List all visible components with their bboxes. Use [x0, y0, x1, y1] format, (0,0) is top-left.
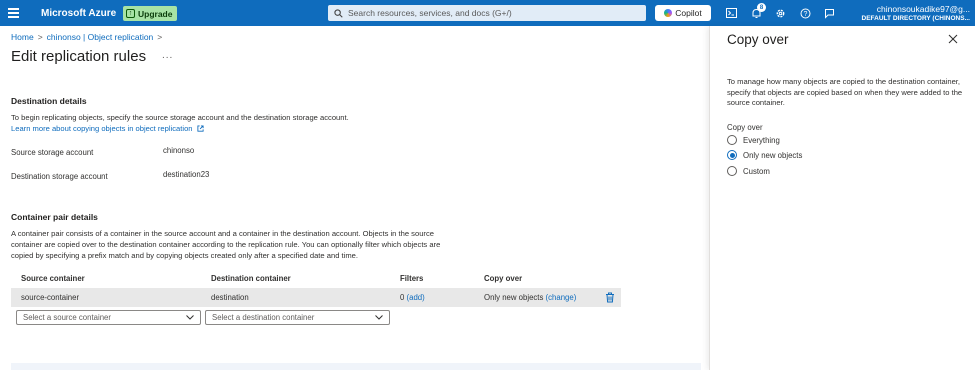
chevron-down-icon [375, 315, 383, 320]
breadcrumb: Home > chinonso | Object replication > [11, 32, 162, 42]
radio-circle-selected[interactable] [727, 150, 737, 160]
radio-circle[interactable] [727, 135, 737, 145]
copilot-button[interactable]: Copilot [655, 5, 711, 21]
container-pair-description-line: A container pair consists of a container… [11, 229, 434, 238]
add-filter-link[interactable]: (add) [407, 293, 425, 302]
destination-details-description: To begin replicating objects, specify th… [11, 113, 349, 122]
destination-select-placeholder: Select a destination container [212, 313, 315, 322]
panel-title: Copy over [727, 32, 789, 47]
footer-strip [11, 363, 701, 370]
destination-details-heading: Destination details [11, 96, 87, 106]
cloud-shell-icon[interactable] [724, 6, 738, 20]
search-input[interactable] [348, 8, 638, 18]
source-select-placeholder: Select a source container [23, 313, 111, 322]
top-bar: Microsoft Azure ↑ Upgrade Copilot 8 ? ch… [0, 0, 975, 26]
notification-badge: 8 [757, 3, 766, 12]
copilot-label: Copilot [675, 8, 702, 18]
brand-title[interactable]: Microsoft Azure [41, 8, 116, 19]
copy-over-group-label: Copy over [727, 123, 763, 132]
radio-label: Only new objects [743, 150, 803, 160]
breadcrumb-home[interactable]: Home [11, 32, 34, 42]
breadcrumb-object-replication[interactable]: chinonso | Object replication [47, 32, 154, 42]
row-source-container: source-container [21, 293, 80, 302]
column-header-destination: Destination container [211, 274, 291, 283]
delete-trash-icon[interactable] [605, 292, 615, 303]
upgrade-icon: ↑ [126, 9, 135, 18]
account-email: chinonsoukadike97@g... [876, 4, 970, 14]
learn-more-link[interactable]: Learn more about copying objects in obje… [11, 124, 193, 133]
panel-description: To manage how many objects are copied to… [727, 77, 963, 107]
external-link-icon [197, 124, 204, 132]
radio-label: Custom [743, 166, 770, 176]
row-filters: 0 (add) [400, 293, 425, 302]
radio-label: Everything [743, 135, 780, 145]
upgrade-button[interactable]: ↑ Upgrade [123, 6, 178, 21]
container-pair-description-line: container are copied over to the destina… [11, 240, 441, 249]
settings-gear-icon[interactable] [773, 6, 787, 20]
destination-account-value: destination23 [163, 170, 210, 179]
svg-text:?: ? [803, 11, 807, 18]
account-menu[interactable]: chinonsoukadike97@g... DEFAULT DIRECTORY… [851, 4, 975, 22]
menu-icon[interactable] [8, 8, 19, 18]
row-copy-over: Only new objects (change) [484, 293, 576, 302]
radio-circle[interactable] [727, 166, 737, 176]
container-pair-heading: Container pair details [11, 212, 98, 222]
page-title: Edit replication rules [11, 48, 147, 65]
copy-over-value: Only new objects [484, 293, 544, 302]
help-icon[interactable]: ? [798, 6, 812, 20]
learn-more-row: Learn more about copying objects in obje… [11, 123, 204, 135]
account-directory: DEFAULT DIRECTORY (CHINONS... [861, 15, 970, 22]
destination-account-label: Destination storage account [11, 172, 108, 181]
container-pair-description-line: copied by specifying a prefix match and … [11, 251, 358, 260]
copilot-icon [664, 9, 673, 17]
filters-count: 0 [400, 293, 405, 302]
source-account-label: Source storage account [11, 148, 94, 157]
close-icon[interactable] [948, 34, 958, 44]
breadcrumb-separator: > [37, 32, 43, 42]
chevron-down-icon [186, 315, 194, 320]
column-header-filters: Filters [400, 274, 424, 283]
upgrade-label: Upgrade [138, 8, 173, 19]
source-account-value: chinonso [163, 146, 195, 155]
feedback-icon[interactable] [822, 6, 836, 20]
search-box[interactable] [328, 5, 646, 21]
search-icon [334, 8, 343, 18]
radio-custom[interactable]: Custom [727, 166, 770, 176]
more-options-icon[interactable]: ... [162, 50, 173, 61]
source-container-select[interactable]: Select a source container [16, 310, 201, 325]
change-copy-over-link[interactable]: (change) [546, 293, 577, 302]
radio-only-new-objects[interactable]: Only new objects [727, 150, 802, 160]
column-header-source: Source container [21, 274, 85, 283]
radio-everything[interactable]: Everything [727, 135, 780, 145]
breadcrumb-separator: > [157, 32, 163, 42]
row-destination-container: destination [211, 293, 249, 302]
destination-container-select[interactable]: Select a destination container [205, 310, 390, 325]
copy-over-panel: Copy over To manage how many objects are… [709, 26, 975, 370]
column-header-copy-over: Copy over [484, 274, 523, 283]
notifications-icon[interactable]: 8 [749, 3, 766, 20]
